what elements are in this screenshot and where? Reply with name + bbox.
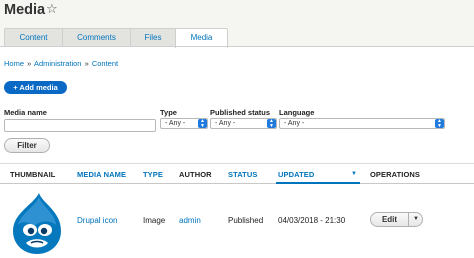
media-name-link[interactable]: Drupal icon <box>77 216 117 225</box>
add-media-button[interactable]: + Add media <box>4 81 67 94</box>
media-admin-page: Media ☆ Content Comments Files Media Hom… <box>0 0 474 258</box>
page-title: Media <box>4 2 46 18</box>
column-updated[interactable]: UPDATED <box>278 170 314 179</box>
tab-media[interactable]: Media <box>175 28 228 48</box>
language-select[interactable]: - Any - ▲ ▼ <box>279 118 445 129</box>
select-arrows-icon: ▲ ▼ <box>435 119 444 128</box>
breadcrumb-separator: » <box>27 59 32 68</box>
edit-button[interactable]: Edit <box>371 213 409 226</box>
column-type[interactable]: TYPE <box>143 170 163 179</box>
tab-comments[interactable]: Comments <box>62 28 131 47</box>
type-label: Type <box>160 108 177 117</box>
table-row: Drupal icon Image admin Published 04/03/… <box>0 185 474 258</box>
media-name-input[interactable] <box>4 119 156 132</box>
page-header: Media ☆ Content Comments Files Media <box>0 0 474 48</box>
breadcrumb-administration[interactable]: Administration <box>34 59 82 68</box>
breadcrumb-home[interactable]: Home <box>4 59 24 68</box>
language-label: Language <box>279 108 315 117</box>
sort-descending-icon[interactable]: ▼ <box>351 171 357 177</box>
tabs-divider <box>0 46 474 47</box>
table-header: THUMBNAIL MEDIA NAME TYPE AUTHOR STATUS … <box>0 163 474 184</box>
media-name-label: Media name <box>4 108 47 117</box>
author-link[interactable]: admin <box>179 216 201 225</box>
language-select-value: - Any - <box>284 120 305 127</box>
type-select[interactable]: - Any - ▲ ▼ <box>160 118 208 129</box>
breadcrumb: Home » Administration » Content <box>4 59 118 68</box>
published-status-label: Published status <box>210 108 271 117</box>
breadcrumb-content[interactable]: Content <box>92 59 118 68</box>
published-status-select[interactable]: - Any - ▲ ▼ <box>210 118 277 129</box>
column-operations: OPERATIONS <box>370 170 421 179</box>
published-status-select-value: - Any - <box>215 120 236 127</box>
filter-button[interactable]: Filter <box>4 138 50 153</box>
select-arrows-icon: ▲ ▼ <box>198 119 207 128</box>
select-arrows-icon: ▲ ▼ <box>267 119 276 128</box>
sorted-column-indicator <box>276 182 360 184</box>
column-status[interactable]: STATUS <box>228 170 258 179</box>
column-thumbnail: THUMBNAIL <box>10 170 56 179</box>
media-type: Image <box>143 216 166 225</box>
operations-dropbutton: Edit ▼ <box>370 212 423 227</box>
status-text: Published <box>228 216 264 225</box>
type-select-value: - Any - <box>165 120 186 127</box>
star-outline-icon[interactable]: ☆ <box>46 1 58 17</box>
breadcrumb-separator: » <box>84 59 89 68</box>
tab-content[interactable]: Content <box>4 28 63 47</box>
column-media-name[interactable]: MEDIA NAME <box>77 170 126 179</box>
chevron-down-icon[interactable]: ▼ <box>409 213 423 226</box>
updated-date: 04/03/2018 - 21:30 <box>278 216 346 225</box>
column-author: AUTHOR <box>179 170 212 179</box>
drupal-logo-icon[interactable] <box>9 191 65 255</box>
tab-files[interactable]: Files <box>130 28 176 47</box>
